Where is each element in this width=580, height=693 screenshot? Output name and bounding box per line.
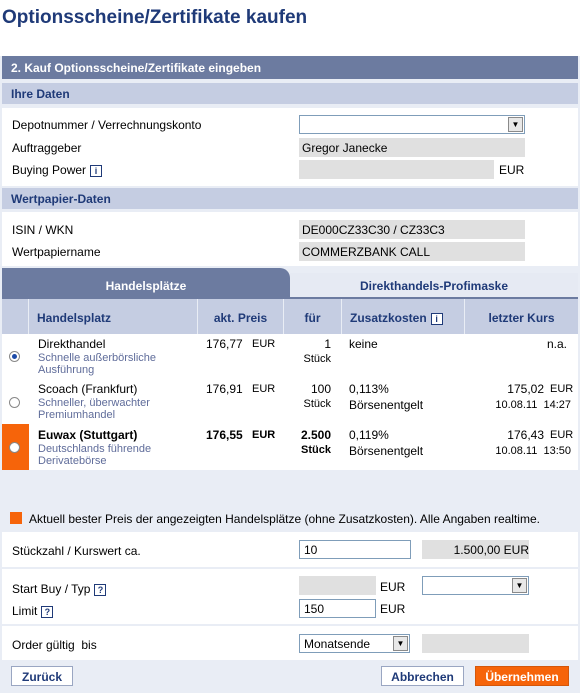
start-buy-currency: EUR	[380, 580, 406, 594]
table-header-handelsplatz: Handelsplatz	[29, 299, 197, 334]
table-header-fuer: für	[284, 299, 341, 334]
price-currency: EUR	[252, 383, 276, 395]
table-header-radio	[2, 299, 28, 334]
quantity-unit: Stück	[303, 398, 331, 410]
quantity: 2.500	[300, 428, 331, 442]
extra-cost: 0,119%	[349, 428, 389, 442]
gueltig-label: Order gültig bis	[12, 638, 97, 652]
last-price: 176,43	[507, 428, 544, 442]
table-header-zusatzkosten: Zusatzkosten i	[342, 299, 464, 334]
quantity-unit: Stück	[301, 444, 331, 456]
best-price-legend: Aktuell bester Preis der angezeigten Han…	[29, 512, 540, 526]
wertpapiername-value: COMMERZBANK CALL	[299, 242, 525, 261]
chevron-down-icon: ▼	[508, 117, 523, 132]
start-buy-label: Start Buy / Typ?	[12, 582, 107, 596]
wertpapiername-label: Wertpapiername	[12, 245, 101, 259]
buying-power-label: Buying Power i	[12, 163, 103, 177]
row-radio-euwax[interactable]	[9, 442, 20, 453]
zusatzkosten-text: Zusatzkosten	[350, 311, 427, 325]
price: 176,77	[206, 337, 243, 351]
tab-direkthandels-profimaske[interactable]: Direkthandels-Profimaske	[290, 273, 578, 297]
limit-text: Limit	[12, 604, 38, 618]
last-price: 175,02	[507, 382, 544, 396]
submit-button[interactable]: Übernehmen	[475, 666, 569, 686]
best-price-legend-swatch	[10, 512, 22, 524]
start-buy-input[interactable]	[299, 576, 376, 595]
chevron-down-icon: ▼	[393, 636, 408, 651]
last-price-currency: EUR	[550, 429, 574, 441]
price-currency: EUR	[252, 338, 276, 350]
isin-label: ISIN / WKN	[12, 223, 74, 237]
stueckzahl-label: Stückzahl / Kurswert ca.	[12, 544, 141, 558]
auftraggeber-value: Gregor Janecke	[299, 138, 525, 157]
venue-description: Deutschlands führende Derivatebörse	[38, 443, 152, 467]
isin-value: DE000CZ33C30 / CZ33C3	[299, 220, 525, 239]
help-icon[interactable]: ?	[41, 605, 54, 618]
gueltig-value: Monatsende	[304, 637, 371, 651]
depot-label: Depotnummer / Verrechnungskonto	[12, 118, 202, 132]
row-radio-direkthandel[interactable]	[9, 351, 20, 362]
auftraggeber-label: Auftraggeber	[12, 141, 82, 155]
venue-name: Direkthandel	[38, 337, 106, 351]
info-icon[interactable]: i	[90, 164, 103, 177]
start-buy-text: Start Buy / Typ	[12, 582, 91, 596]
gueltig-select[interactable]: Monatsende ▼	[299, 634, 410, 653]
last-price-date: 10.08.11 14:27	[495, 399, 571, 411]
kurswert-value: 1.500,00 EUR	[422, 540, 529, 559]
buying-power-text: Buying Power	[12, 163, 87, 177]
extra-cost: keine	[349, 337, 378, 351]
section-heading-ihre-daten: Ihre Daten	[2, 83, 578, 104]
extra-cost: 0,113%	[349, 382, 389, 396]
depot-select[interactable]: ▼	[299, 115, 525, 134]
venue-name: Euwax (Stuttgart)	[38, 428, 138, 442]
table-header-letzter-kurs: letzter Kurs	[465, 299, 578, 334]
quantity: 100	[310, 382, 331, 396]
price: 176,55	[206, 428, 243, 442]
cancel-button[interactable]: Abbrechen	[381, 666, 464, 686]
venue-description: Schnelle außerbörsliche Ausführung	[38, 352, 157, 376]
info-icon[interactable]: i	[430, 312, 443, 325]
section-heading-wertpapier: Wertpapier-Daten	[2, 188, 578, 209]
row-radio-scoach[interactable]	[9, 397, 20, 408]
quantity-unit: Stück	[303, 353, 331, 365]
stueckzahl-input[interactable]: 10	[299, 540, 411, 559]
chevron-down-icon: ▼	[512, 578, 527, 593]
typ-select[interactable]: ▼	[422, 576, 529, 595]
buying-power-value	[299, 160, 494, 179]
price: 176,91	[206, 382, 243, 396]
last-price-date: 10.08.11 13:50	[495, 445, 571, 457]
price-currency: EUR	[252, 429, 276, 441]
limit-currency: EUR	[380, 602, 406, 616]
limit-input[interactable]: 150	[299, 599, 376, 618]
extra-cost-label: Börsenentgelt	[349, 398, 424, 412]
venue-description: Schneller, überwachter Premiumhandel	[38, 397, 150, 421]
page-title: Optionsscheine/Zertifikate kaufen	[2, 7, 308, 28]
last-price: n.a.	[546, 337, 567, 351]
table-header-preis: akt. Preis	[198, 299, 283, 334]
gueltig-date-input[interactable]	[422, 634, 529, 653]
limit-label: Limit?	[12, 604, 54, 618]
back-button[interactable]: Zurück	[11, 666, 73, 686]
help-icon[interactable]: ?	[94, 583, 107, 596]
tab-handelsplaetze[interactable]: Handelsplätze	[2, 268, 290, 297]
step-heading: 2. Kauf Optionsscheine/Zertifikate einge…	[2, 56, 578, 79]
buying-power-currency: EUR	[499, 163, 525, 177]
quantity: 1	[324, 337, 331, 351]
last-price-currency: EUR	[550, 383, 574, 395]
venue-name: Scoach (Frankfurt)	[38, 382, 138, 396]
extra-cost-label: Börsenentgelt	[349, 444, 424, 458]
